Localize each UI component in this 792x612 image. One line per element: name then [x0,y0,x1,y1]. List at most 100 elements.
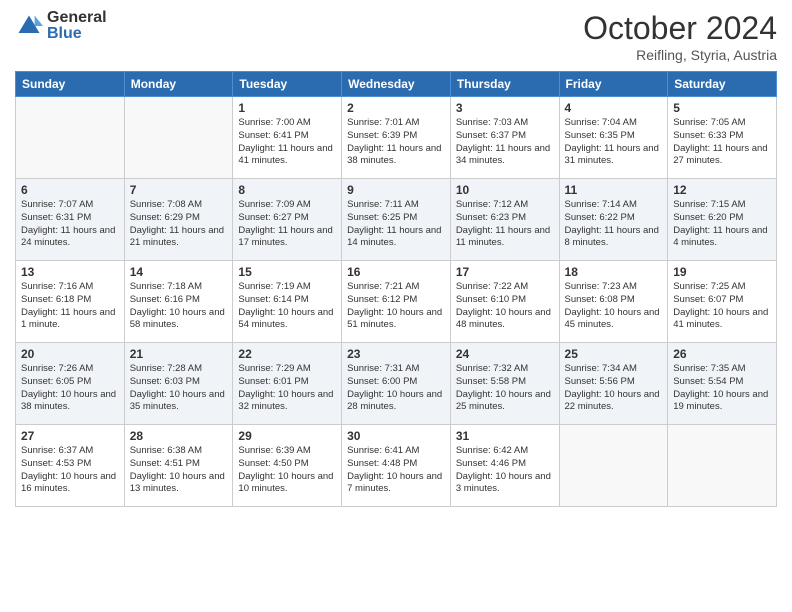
header-monday: Monday [124,72,233,97]
day-number: 9 [347,183,445,197]
day-number: 25 [565,347,663,361]
day-info: Sunrise: 7:19 AM Sunset: 6:14 PM Dayligh… [238,281,336,332]
day-number: 15 [238,265,336,279]
day-cell: 10Sunrise: 7:12 AM Sunset: 6:23 PM Dayli… [450,179,559,261]
day-number: 18 [565,265,663,279]
day-number: 24 [456,347,554,361]
day-cell: 21 Sunrise: 7:28 AM Sunset: 6:03 PM Dayli… [124,343,233,425]
day-number: 2 [347,101,445,115]
day-info: Sunrise: 7:18 AM Sunset: 6:16 PM Dayligh… [130,281,228,332]
day-info: Sunrise: 7:04 AM Sunset: 6:35 PM Dayligh… [565,117,663,168]
day-cell: 11 Sunrise: 7:14 AM Sunset: 6:22 PM Dayli… [559,179,668,261]
day-info: Sunrise: 7:28 AM Sunset: 6:03 PM Dayligh… [130,363,228,414]
day-info: Sunrise: 7:35 AM Sunset: 5:54 PM Dayligh… [673,363,771,414]
day-cell: 14 Sunrise: 7:18 AM Sunset: 6:16 PM Dayli… [124,261,233,343]
day-number: 5 [673,101,771,115]
day-info: Sunrise: 7:03 AM Sunset: 6:37 PM Dayligh… [456,117,554,168]
day-cell: 3 Sunrise: 7:03 AM Sunset: 6:37 PM Daylig… [450,97,559,179]
day-cell: 5 Sunrise: 7:05 AM Sunset: 6:33 PM Daylig… [668,97,777,179]
day-info: Sunrise: 7:16 AM Sunset: 6:18 PM Dayligh… [21,281,119,332]
day-number: 3 [456,101,554,115]
day-info: Sunrise: 7:07 AM Sunset: 6:31 PM Dayligh… [21,199,119,250]
day-number: 17 [456,265,554,279]
logo-icon [15,12,43,40]
day-cell: 9Sunrise: 7:11 AM Sunset: 6:25 PM Daylig… [342,179,451,261]
week-row-1: 1 Sunrise: 7:00 AM Sunset: 6:41 PM Daylig… [16,97,777,179]
day-number: 21 [130,347,228,361]
day-info: Sunrise: 7:32 AM Sunset: 5:58 PM Dayligh… [456,363,554,414]
day-cell: 1 Sunrise: 7:00 AM Sunset: 6:41 PM Daylig… [233,97,342,179]
day-number: 11 [565,183,663,197]
day-info: Sunrise: 7:05 AM Sunset: 6:33 PM Dayligh… [673,117,771,168]
day-cell [668,425,777,507]
day-cell: 7 Sunrise: 7:08 AM Sunset: 6:29 PM Daylig… [124,179,233,261]
day-number: 27 [21,429,119,443]
title-section: October 2024 Reifling, Styria, Austria [583,10,777,63]
week-row-4: 20 Sunrise: 7:26 AM Sunset: 6:05 PM Dayli… [16,343,777,425]
day-number: 6 [21,183,119,197]
week-row-3: 13 Sunrise: 7:16 AM Sunset: 6:18 PM Dayli… [16,261,777,343]
day-cell: 13 Sunrise: 7:16 AM Sunset: 6:18 PM Dayli… [16,261,125,343]
day-cell: 2 Sunrise: 7:01 AM Sunset: 6:39 PM Daylig… [342,97,451,179]
header-wednesday: Wednesday [342,72,451,97]
day-cell: 12 Sunrise: 7:15 AM Sunset: 6:20 PM Dayli… [668,179,777,261]
day-cell: 27 Sunrise: 6:37 AM Sunset: 4:53 PM Dayli… [16,425,125,507]
week-row-5: 27 Sunrise: 6:37 AM Sunset: 4:53 PM Dayli… [16,425,777,507]
day-cell: 24 Sunrise: 7:32 AM Sunset: 5:58 PM Dayli… [450,343,559,425]
day-number: 16 [347,265,445,279]
day-info: Sunrise: 7:00 AM Sunset: 6:41 PM Dayligh… [238,117,336,168]
day-cell: 22 Sunrise: 7:29 AM Sunset: 6:01 PM Dayli… [233,343,342,425]
logo-blue-text: Blue [47,26,107,42]
day-cell: 30 Sunrise: 6:41 AM Sunset: 4:48 PM Dayli… [342,425,451,507]
day-number: 13 [21,265,119,279]
day-cell: 26 Sunrise: 7:35 AM Sunset: 5:54 PM Dayli… [668,343,777,425]
day-info: Sunrise: 7:29 AM Sunset: 6:01 PM Dayligh… [238,363,336,414]
day-number: 7 [130,183,228,197]
header-sunday: Sunday [16,72,125,97]
day-number: 20 [21,347,119,361]
header-saturday: Saturday [668,72,777,97]
day-cell: 6 Sunrise: 7:07 AM Sunset: 6:31 PM Daylig… [16,179,125,261]
weekday-header-row: Sunday Monday Tuesday Wednesday Thursday… [16,72,777,97]
day-info: Sunrise: 7:15 AM Sunset: 6:20 PM Dayligh… [673,199,771,250]
month-title: October 2024 [583,10,777,47]
day-number: 22 [238,347,336,361]
day-number: 8 [238,183,336,197]
day-number: 31 [456,429,554,443]
header-friday: Friday [559,72,668,97]
location: Reifling, Styria, Austria [583,47,777,63]
day-number: 30 [347,429,445,443]
day-number: 14 [130,265,228,279]
day-number: 1 [238,101,336,115]
day-info: Sunrise: 6:42 AM Sunset: 4:46 PM Dayligh… [456,445,554,496]
day-cell: 16Sunrise: 7:21 AM Sunset: 6:12 PM Dayli… [342,261,451,343]
day-cell [124,97,233,179]
day-number: 29 [238,429,336,443]
day-cell: 29Sunrise: 6:39 AM Sunset: 4:50 PM Dayli… [233,425,342,507]
day-cell: 8 Sunrise: 7:09 AM Sunset: 6:27 PM Daylig… [233,179,342,261]
day-number: 26 [673,347,771,361]
day-info: Sunrise: 7:25 AM Sunset: 6:07 PM Dayligh… [673,281,771,332]
day-number: 4 [565,101,663,115]
day-info: Sunrise: 7:34 AM Sunset: 5:56 PM Dayligh… [565,363,663,414]
day-cell: 31 Sunrise: 6:42 AM Sunset: 4:46 PM Dayli… [450,425,559,507]
day-cell: 25 Sunrise: 7:34 AM Sunset: 5:56 PM Dayli… [559,343,668,425]
day-info: Sunrise: 7:14 AM Sunset: 6:22 PM Dayligh… [565,199,663,250]
day-info: Sunrise: 6:41 AM Sunset: 4:48 PM Dayligh… [347,445,445,496]
day-info: Sunrise: 7:08 AM Sunset: 6:29 PM Dayligh… [130,199,228,250]
day-info: Sunrise: 7:22 AM Sunset: 6:10 PM Dayligh… [456,281,554,332]
day-number: 23 [347,347,445,361]
day-cell: 4 Sunrise: 7:04 AM Sunset: 6:35 PM Daylig… [559,97,668,179]
day-info: Sunrise: 7:01 AM Sunset: 6:39 PM Dayligh… [347,117,445,168]
day-info: Sunrise: 7:12 AM Sunset: 6:23 PM Dayligh… [456,199,554,250]
day-info: Sunrise: 6:37 AM Sunset: 4:53 PM Dayligh… [21,445,119,496]
day-info: Sunrise: 6:38 AM Sunset: 4:51 PM Dayligh… [130,445,228,496]
logo: General Blue [15,10,107,42]
header: General Blue October 2024 Reifling, Styr… [15,10,777,63]
day-info: Sunrise: 7:26 AM Sunset: 6:05 PM Dayligh… [21,363,119,414]
header-tuesday: Tuesday [233,72,342,97]
day-number: 12 [673,183,771,197]
day-number: 28 [130,429,228,443]
week-row-2: 6 Sunrise: 7:07 AM Sunset: 6:31 PM Daylig… [16,179,777,261]
day-info: Sunrise: 7:09 AM Sunset: 6:27 PM Dayligh… [238,199,336,250]
